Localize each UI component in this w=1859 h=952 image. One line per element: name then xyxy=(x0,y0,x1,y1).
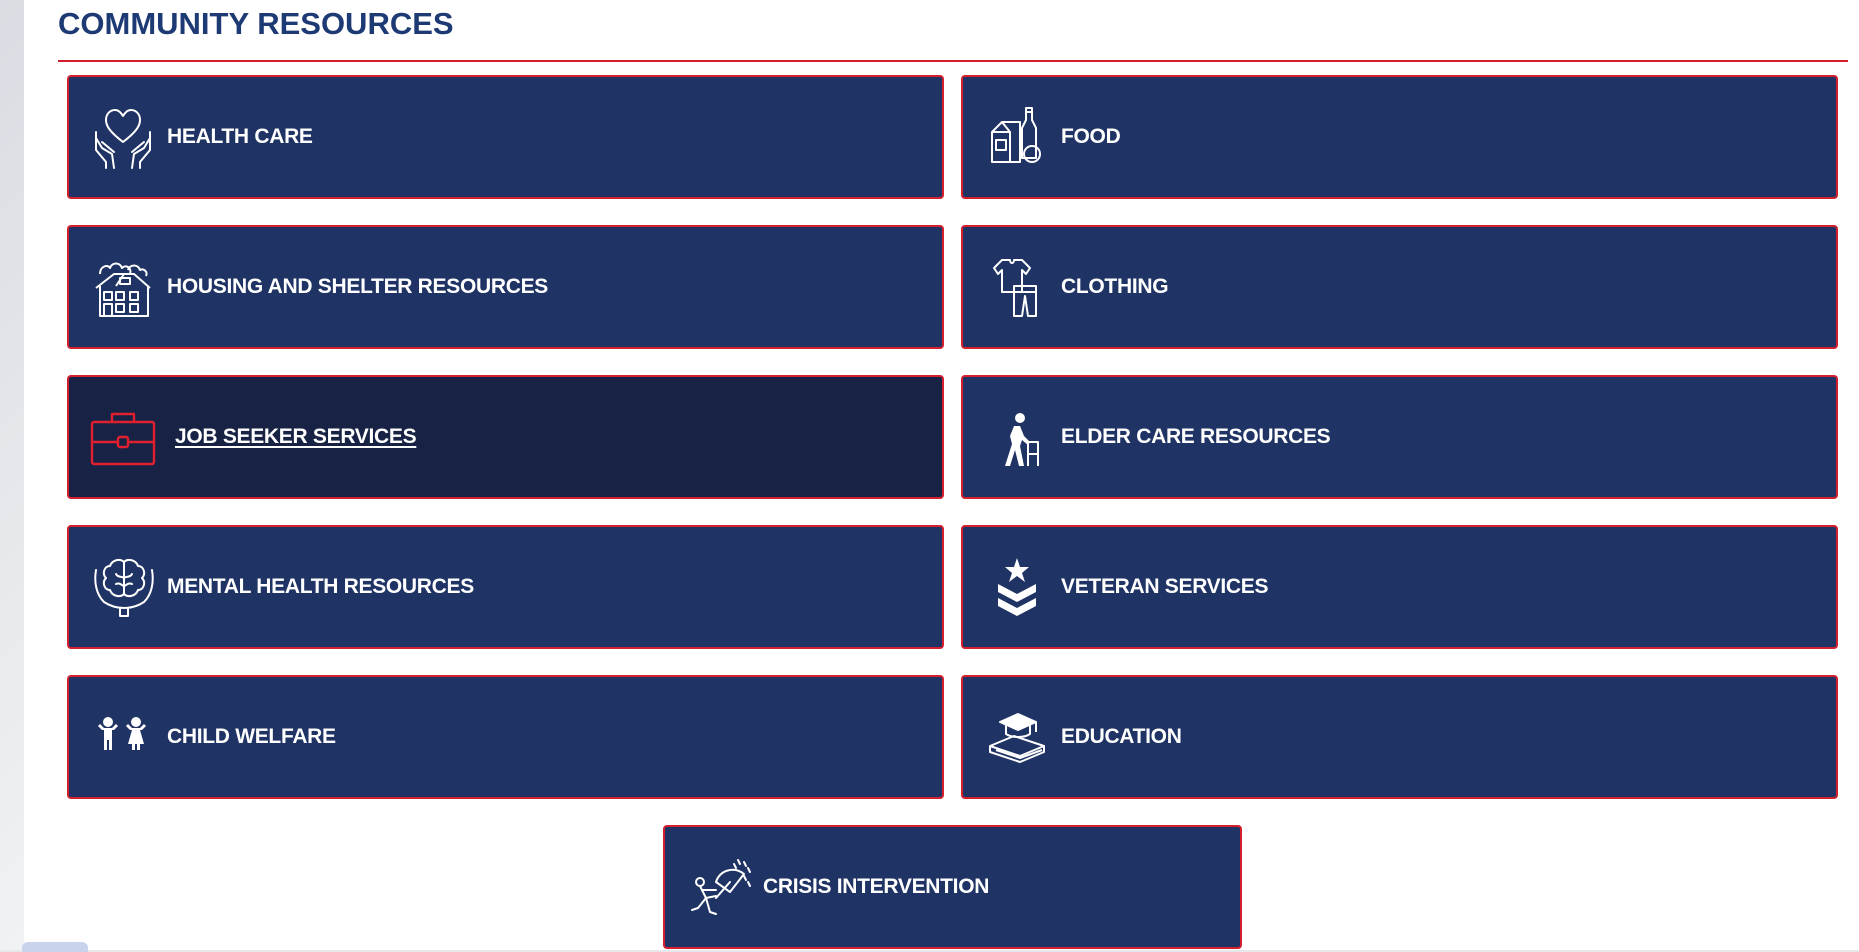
grocery-icon xyxy=(983,101,1051,173)
tile-crisis-intervention[interactable]: CRISIS INTERVENTION xyxy=(663,825,1242,949)
elder-walker-icon xyxy=(983,401,1051,473)
tile-elder-care[interactable]: ELDER CARE RESOURCES xyxy=(961,375,1838,499)
military-rank-icon xyxy=(983,551,1051,623)
tile-job-seeker[interactable]: JOB SEEKER SERVICES xyxy=(67,375,944,499)
children-icon xyxy=(89,701,157,773)
tile-label: FOOD xyxy=(1061,125,1121,148)
tile-food[interactable]: FOOD xyxy=(961,75,1838,199)
tile-housing-shelter[interactable]: HOUSING AND SHELTER RESOURCES xyxy=(67,225,944,349)
tile-education[interactable]: EDUCATION xyxy=(961,675,1838,799)
tile-label: CLOTHING xyxy=(1061,275,1169,298)
house-icon xyxy=(89,251,157,323)
tile-child-welfare[interactable]: CHILD WELFARE xyxy=(67,675,944,799)
briefcase-icon xyxy=(89,401,157,473)
heart-hands-icon xyxy=(89,101,157,173)
tile-label: CHILD WELFARE xyxy=(167,725,336,748)
graduation-cap-icon xyxy=(983,701,1051,773)
tile-label: HOUSING AND SHELTER RESOURCES xyxy=(167,275,549,298)
tile-veteran-services[interactable]: VETERAN SERVICES xyxy=(961,525,1838,649)
clothing-icon xyxy=(983,251,1051,323)
tile-mental-health[interactable]: MENTAL HEALTH RESOURCES xyxy=(67,525,944,649)
title-divider xyxy=(58,60,1848,62)
tile-label: VETERAN SERVICES xyxy=(1061,575,1269,598)
tile-label: MENTAL HEALTH RESOURCES xyxy=(167,575,474,598)
floating-widget-tab[interactable] xyxy=(22,942,88,952)
tile-label: EDUCATION xyxy=(1061,725,1182,748)
umbrella-storm-icon xyxy=(685,851,753,923)
tile-label: HEALTH CARE xyxy=(167,125,313,148)
tile-label: CRISIS INTERVENTION xyxy=(763,875,990,898)
brain-icon xyxy=(89,551,157,623)
section-title: COMMUNITY RESOURCES xyxy=(58,6,454,41)
tile-clothing[interactable]: CLOTHING xyxy=(961,225,1838,349)
tile-label: JOB SEEKER SERVICES xyxy=(175,425,417,448)
tile-health-care[interactable]: HEALTH CARE xyxy=(67,75,944,199)
tile-label: ELDER CARE RESOURCES xyxy=(1061,425,1331,448)
